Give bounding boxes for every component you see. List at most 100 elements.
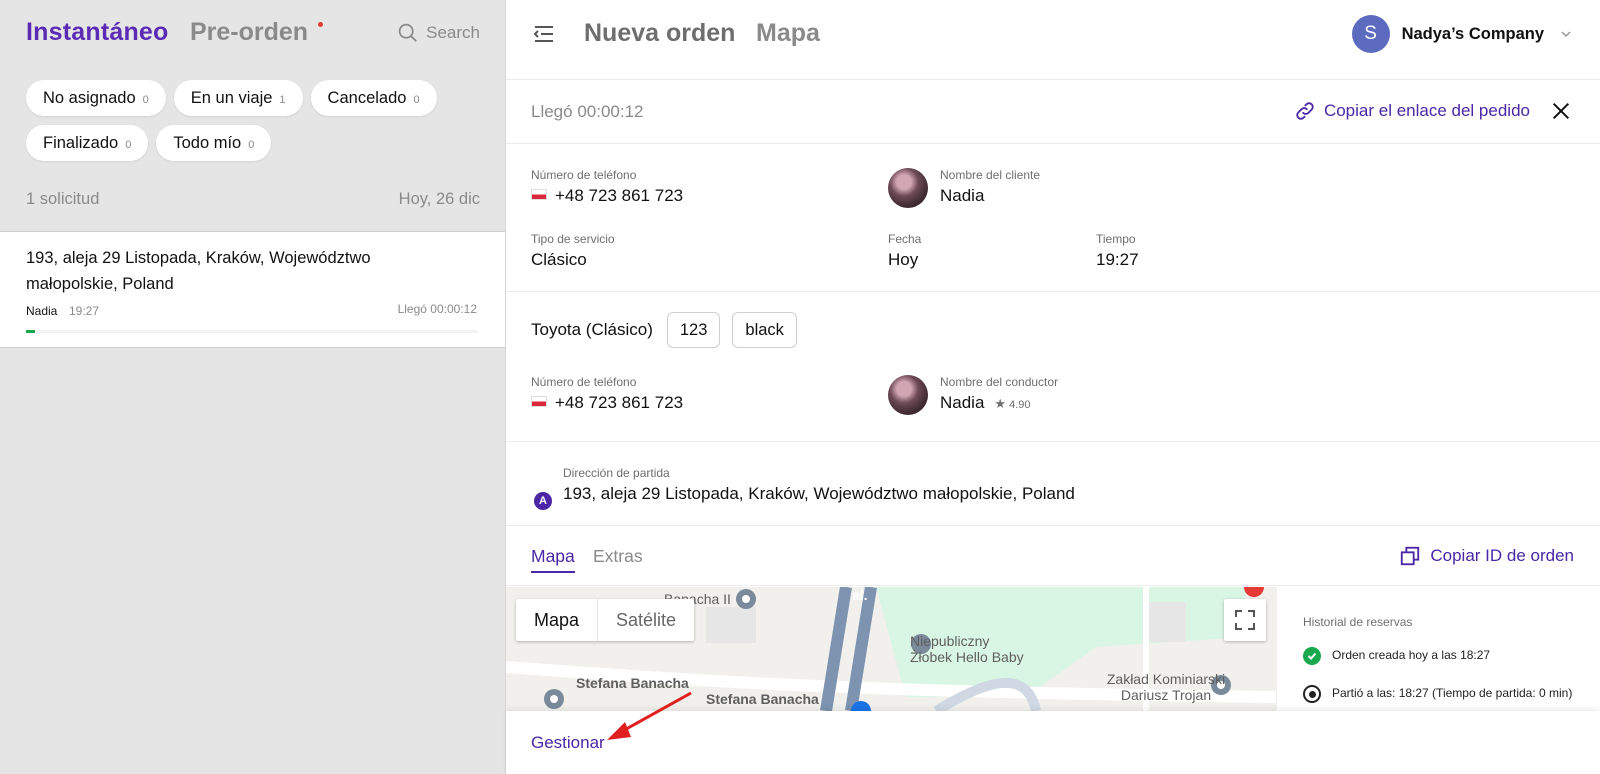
chip-count: 0: [142, 94, 149, 106]
driver-rating-value: 4.90: [1009, 399, 1031, 411]
driver-photo: [888, 375, 928, 415]
chip-unassigned[interactable]: No asignado 0: [26, 80, 166, 116]
driver-phone-value: +48 723 861 723: [555, 393, 684, 412]
driver-name: Nadia ★ 4.90: [940, 393, 1031, 413]
requests-date: Hoy, 26 dic: [398, 190, 480, 208]
detail-tabs: Mapa Extras Copiar ID de orden: [506, 526, 1600, 586]
map-label-zaklad: Zakład Kominiarski Dariusz Trojan: [1106, 671, 1226, 703]
poland-flag-icon: [531, 396, 547, 407]
pickup-label: Dirección de partida: [563, 466, 670, 480]
search-icon: [398, 23, 417, 42]
service-type: Clásico: [531, 250, 587, 269]
client-phone: +48 723 861 723: [531, 186, 683, 206]
status-filter-chips: No asignado 0 En un viaje 1 Cancelado 0 Fin…: [26, 80, 496, 161]
chip-count: 0: [413, 94, 420, 106]
menu-collapse-icon[interactable]: [532, 22, 556, 46]
tab-map[interactable]: Mapa: [531, 546, 575, 573]
manage-button[interactable]: Gestionar: [531, 733, 605, 753]
copy-order-id-button[interactable]: Copiar ID de orden: [1399, 545, 1574, 567]
avatar: S: [1351, 15, 1390, 53]
chip-count: 1: [279, 94, 286, 106]
chip-all-mine[interactable]: Todo mío 0: [156, 125, 272, 161]
booking-history: Historial de reservas Orden creada hoy a…: [1277, 587, 1600, 711]
map-type-toggle: Mapa Satélite: [516, 599, 695, 641]
order-arrived: Llegó 00:00:12: [397, 302, 477, 316]
client-phone-value: +48 723 861 723: [555, 186, 684, 205]
driver-rating: ★ 4.90: [994, 396, 1031, 411]
fullscreen-button[interactable]: [1224, 599, 1266, 641]
map-label-nursery: Niepubliczny Żłobek Hello Baby: [910, 633, 1024, 665]
client-section: Número de teléfono +48 723 861 723 Nombr…: [506, 144, 1600, 292]
time-label: Tiempo: [1096, 232, 1136, 246]
tab-extras[interactable]: Extras: [593, 546, 643, 567]
arrived-timer: Llegó 00:00:12: [531, 102, 644, 121]
history-item: Partió a las: 18:27 (Tiempo de partida: …: [1303, 685, 1573, 703]
chip-label: En un viaje: [190, 88, 273, 107]
orders-header: Instantáneo Pre-orden Search: [26, 18, 480, 52]
bottom-action-bar: Gestionar: [506, 711, 1600, 774]
poi-marker-icon: [742, 595, 750, 603]
history-title: Historial de reservas: [1303, 615, 1413, 629]
search-button[interactable]: Search: [397, 22, 480, 43]
vehicle-plate-tag: 123: [666, 312, 721, 348]
chip-cancelled[interactable]: Cancelado 0: [310, 80, 437, 116]
poi-marker-icon: [550, 695, 558, 703]
client-photo: [888, 168, 928, 208]
order-address: 193, aleja 29 Listopada, Kraków, Wojewód…: [26, 249, 371, 293]
order-client-name: Nadia: [26, 304, 58, 318]
fullscreen-icon: [1235, 610, 1255, 630]
date-label: Fecha: [888, 232, 922, 246]
map-label-street: Stefana Banacha: [706, 691, 819, 707]
order-time: 19:27: [69, 304, 100, 318]
client-name: Nadia: [940, 186, 985, 205]
driver-phone: +48 723 861 723: [531, 393, 683, 413]
company-selector[interactable]: S Nadya’s Company: [1351, 15, 1572, 53]
copy-order-link-button[interactable]: Copiar el enlace del pedido: [1294, 100, 1530, 122]
copy-link-label: Copiar el enlace del pedido: [1323, 101, 1530, 120]
chip-label: Cancelado: [327, 88, 407, 107]
map-building: [1146, 602, 1186, 642]
search-label: Search: [426, 22, 480, 42]
map-building: [706, 607, 756, 643]
link-icon: [1296, 102, 1314, 120]
driver-phone-label: Número de teléfono: [531, 375, 637, 389]
service-type-label: Tipo de servicio: [531, 232, 615, 246]
chip-finished[interactable]: Finalizado 0: [26, 125, 149, 161]
copy-id-label: Copiar ID de orden: [1430, 546, 1574, 565]
orders-panel: Instantáneo Pre-orden Search No asignado…: [0, 0, 506, 774]
close-icon[interactable]: [1550, 100, 1572, 122]
tab-preorder[interactable]: Pre-orden: [190, 18, 308, 47]
preorder-notification-dot: [318, 22, 323, 27]
route-section: Dirección de partida A 193, aleja 29 Lis…: [506, 442, 1600, 526]
map-label-road: al.: [852, 587, 868, 603]
map-type-map-button[interactable]: Mapa: [516, 599, 599, 641]
top-bar: Nueva orden Mapa S Nadya’s Company: [506, 0, 1600, 80]
order-list-item[interactable]: 193, aleja 29 Listopada, Kraków, Wojewód…: [0, 231, 505, 348]
order-progress-fill: [26, 330, 36, 333]
history-item-text: Partió a las: 18:27 (Tiempo de partida: …: [1332, 686, 1573, 700]
order-map[interactable]: Banacha II Stefana Banacha Stefana Banac…: [506, 587, 1277, 711]
chip-count: 0: [248, 139, 255, 151]
vehicle-info: Toyota (Clásico) 123 black: [531, 312, 797, 348]
tab-instant[interactable]: Instantáneo: [26, 18, 169, 47]
chip-count: 0: [125, 139, 132, 151]
pickup-marker-icon: A: [534, 492, 552, 510]
client-phone-label: Número de teléfono: [531, 168, 637, 182]
driver-name-label: Nombre del conductor: [940, 375, 1059, 389]
requests-count: 1 solicitud: [26, 190, 100, 208]
star-icon: ★: [994, 396, 1007, 411]
order-detail-panel: Nueva orden Mapa S Nadya’s Company Llegó…: [506, 0, 1600, 774]
page-title: Nueva orden: [584, 19, 736, 47]
chip-label: Todo mío: [173, 133, 242, 152]
company-name: Nadya’s Company: [1401, 24, 1544, 43]
chip-on-trip[interactable]: En un viaje 1: [173, 80, 303, 116]
header-map-tab[interactable]: Mapa: [756, 19, 820, 48]
driver-section: Toyota (Clásico) 123 black Número de tel…: [506, 292, 1600, 442]
vehicle-name: Toyota (Clásico): [531, 320, 653, 339]
history-item: Orden creada hoy a las 18:27: [1303, 647, 1573, 665]
hospital-marker-icon: [1244, 587, 1264, 597]
map-type-satellite-button[interactable]: Satélite: [598, 599, 694, 641]
chip-label: No asignado: [43, 88, 136, 107]
copy-icon: [1401, 546, 1420, 566]
chip-label: Finalizado: [43, 133, 119, 152]
